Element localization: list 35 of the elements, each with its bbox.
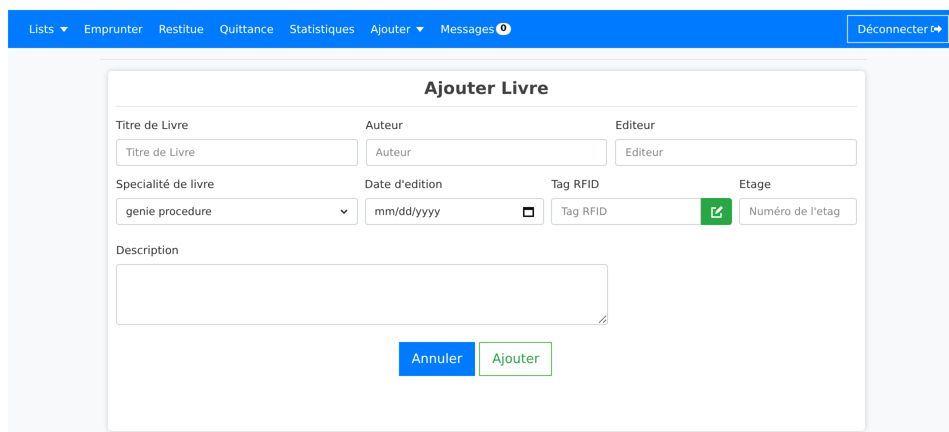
date-field[interactable]: mm/dd/yyyy [364,198,544,225]
form-title: Ajouter Livre [423,78,550,101]
field-label: Tag RFID [551,178,600,191]
text-field[interactable]: Tag RFID [551,198,702,225]
chevron-icon [340,209,348,214]
calendar-icon [523,206,534,217]
select-field[interactable]: genie procedure [116,198,358,225]
caret-icon [416,26,424,32]
edit-icon [710,206,723,218]
text-field[interactable]: Titre de Livre [116,139,358,166]
field-label: Etage [739,178,772,191]
text-field[interactable]: Editeur [615,139,858,166]
cancel-button[interactable]: Annuler [398,342,476,376]
add-button[interactable]: Ajouter [479,342,552,376]
nav-dropdown[interactable]: Lists [29,22,68,36]
nav-link[interactable]: Emprunter [84,22,143,36]
field-label: Date d'edition [364,178,444,191]
description-field[interactable] [116,264,608,325]
field-label: Specialité de livre [116,178,216,191]
nav-link[interactable]: Statistiques [290,22,355,36]
nav-link[interactable]: Restitue [158,22,204,36]
field-label: Description [116,244,180,257]
field-label: Titre de Livre [116,119,190,132]
text-field[interactable]: Auteur [366,139,608,166]
nav-link[interactable]: Messages 0 [440,22,511,36]
logout-button[interactable]: Déconnecter [846,15,949,43]
nav-link[interactable]: Quittance [220,22,274,36]
sign-out-icon [931,24,942,34]
nav-dropdown[interactable]: Ajouter [370,22,424,36]
text-field[interactable]: Numéro de l'etag [739,198,858,225]
edit-button[interactable] [701,198,732,225]
field-label: Editeur [615,119,656,132]
caret-icon [60,26,68,32]
field-label: Auteur [366,119,404,132]
count-badge: 0 [496,23,511,35]
